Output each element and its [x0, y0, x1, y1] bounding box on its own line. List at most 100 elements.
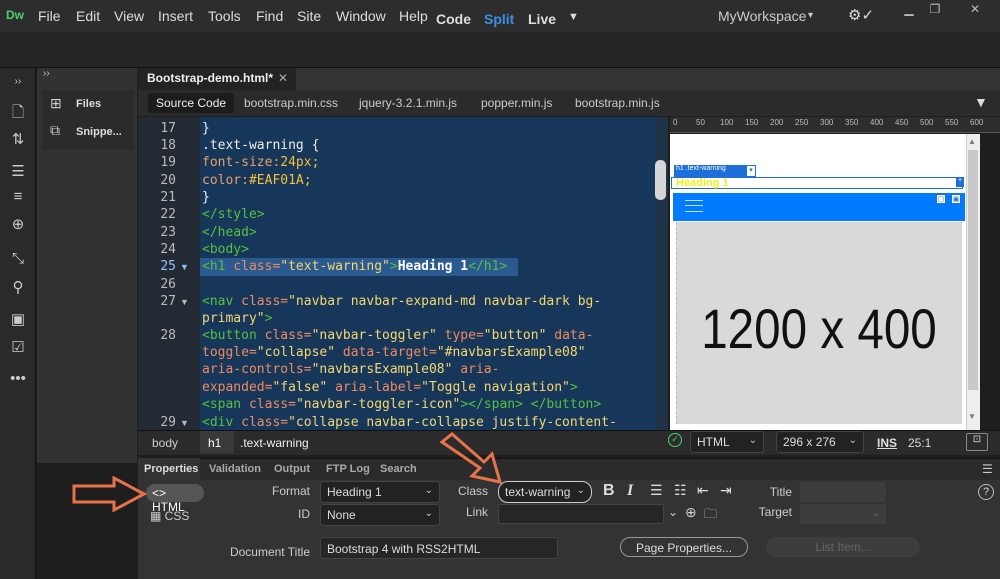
breadcrumb-h1[interactable]: h1 [200, 431, 234, 453]
fold-arrow-icon[interactable]: ▼ [180, 418, 189, 428]
tab-output[interactable]: Output [274, 463, 310, 475]
split-view-button[interactable]: Split [484, 11, 514, 27]
indent-icon[interactable]: ⇥ [720, 482, 732, 499]
related-file-source-code[interactable]: Source Code [148, 93, 235, 113]
chevron-down-icon: ⌄ [576, 485, 585, 496]
line-number: 28 [160, 328, 176, 343]
more-tools-icon[interactable]: ••• [8, 370, 28, 390]
snippets-icon[interactable]: ⧉ [50, 122, 60, 139]
breadcrumb-body[interactable]: body [152, 436, 178, 450]
id-select[interactable]: None ⌄ [320, 504, 440, 526]
expand-toolbar-icon[interactable]: ›› [8, 76, 28, 96]
unordered-list-icon[interactable]: ☰ [650, 482, 663, 499]
code-attr: aria-label= [327, 380, 422, 395]
files-icon[interactable]: ⊞ [50, 95, 62, 112]
tab-validation[interactable]: Validation [209, 463, 261, 475]
collapse-panels-icon[interactable]: ›› [43, 68, 50, 79]
menu-help[interactable]: Help [399, 8, 428, 24]
tab-ftp-log[interactable]: FTP Log [326, 463, 370, 475]
expand-tag-icon[interactable]: ⤡ [8, 250, 28, 270]
format-source-icon[interactable]: ≡ [8, 188, 28, 208]
html-mode-button[interactable]: <> HTML [146, 484, 204, 514]
link-input[interactable] [498, 504, 664, 524]
css-mode-button[interactable]: ▦ CSS [150, 509, 189, 523]
list-item-button[interactable]: List Item... [766, 537, 920, 557]
navbar-toggler-icon[interactable] [685, 200, 703, 212]
hud-menu-icon[interactable]: ▣ [951, 194, 961, 204]
chevron-down-icon[interactable]: ⌄ [668, 505, 678, 519]
live-navbar[interactable] [673, 193, 965, 221]
code-attr: expanded= [202, 380, 273, 395]
menu-site[interactable]: Site [297, 8, 321, 24]
related-file-bootstrap-js[interactable]: bootstrap.min.js [575, 96, 660, 110]
panel-menu-icon[interactable]: ☰ [982, 462, 993, 476]
chevron-down-icon[interactable]: ▾ [808, 10, 813, 21]
fold-arrow-icon[interactable]: ▼ [180, 297, 189, 307]
related-file-bootstrap-css[interactable]: bootstrap.min.css [244, 96, 338, 110]
live-heading[interactable]: Heading 1 [676, 177, 729, 189]
bold-button[interactable]: B [603, 482, 615, 500]
breadcrumb-class[interactable]: .text-warning [240, 436, 309, 450]
menu-insert[interactable]: Insert [158, 8, 193, 24]
check-icon[interactable]: ✓ [668, 433, 682, 447]
live-view-button[interactable]: Live [528, 11, 556, 27]
code-scrollbar-thumb[interactable] [655, 160, 666, 200]
menu-window[interactable]: Window [336, 8, 386, 24]
italic-button[interactable]: I [627, 482, 633, 500]
file-management-icon[interactable]: ⇅ [8, 130, 28, 150]
workspace-switcher[interactable]: MyWorkspace [718, 8, 806, 24]
page-properties-button[interactable]: Page Properties... [620, 537, 748, 557]
tab-search[interactable]: Search [380, 463, 417, 475]
window-size-select[interactable]: 296 x 276 ⌄ [776, 431, 864, 453]
minimize-icon[interactable]: ▁ [898, 2, 920, 18]
wrap-tag-icon[interactable]: ⚲ [8, 278, 28, 298]
restore-icon[interactable]: ❐ [924, 2, 946, 18]
insert-mode[interactable]: INS [877, 436, 897, 450]
live-code-icon[interactable]: ⊕ [8, 215, 28, 235]
view-options-caret-icon[interactable]: ▼ [568, 11, 579, 23]
hud-plus-icon[interactable]: + [956, 177, 964, 187]
doc-type-select[interactable]: HTML ⌄ [690, 431, 764, 453]
close-icon[interactable]: ✕ [278, 71, 288, 85]
format-select[interactable]: Heading 1 ⌄ [320, 481, 440, 503]
fold-arrow-icon[interactable]: ▼ [180, 262, 189, 272]
device-preview-icon[interactable]: ⊡ [966, 433, 988, 451]
open-documents-icon[interactable]: 🗋 [8, 102, 28, 122]
scroll-up-icon[interactable]: ▲ [968, 137, 976, 146]
document-title-input[interactable]: Bootstrap 4 with RSS2HTML [320, 537, 558, 559]
code-line-22: </style> [202, 207, 265, 222]
menu-file[interactable]: File [38, 8, 61, 24]
element-hud-caret-icon[interactable]: ▾ [746, 165, 756, 177]
title-input[interactable] [800, 482, 886, 502]
class-select[interactable]: text-warning ⌄ [498, 481, 592, 503]
outdent-icon[interactable]: ⇤ [697, 482, 709, 499]
code-line-17: } [202, 121, 210, 136]
validate-icon[interactable]: ☑ [8, 338, 28, 358]
code-navigator-icon[interactable]: ☰ [8, 162, 28, 182]
menu-edit[interactable]: Edit [76, 8, 100, 24]
point-to-file-icon[interactable]: ⊕ [685, 504, 697, 521]
files-panel-label[interactable]: Files [76, 98, 101, 110]
element-hud-tag[interactable]: h1 .text-warning [674, 165, 746, 177]
document-tab-label[interactable]: Bootstrap-demo.html* [147, 71, 273, 85]
ordered-list-icon[interactable]: ☷ [674, 482, 687, 499]
code-line-28: <button class="navbar-toggler" type="but… [202, 328, 593, 343]
window-size-value: 296 x 276 [783, 435, 836, 449]
snippets-panel-label[interactable]: Snippe... [76, 126, 122, 138]
live-view-scrollbar-thumb[interactable] [968, 150, 978, 390]
hud-copy-icon[interactable]: ▢ [936, 194, 946, 204]
related-file-jquery[interactable]: jquery-3.2.1.min.js [359, 96, 457, 110]
menu-tools[interactable]: Tools [208, 8, 241, 24]
target-select[interactable]: ⌄ [800, 504, 886, 524]
help-icon[interactable]: ? [978, 484, 994, 500]
filter-icon[interactable]: ▼ [974, 94, 988, 110]
browse-folder-icon[interactable]: 🗀 [704, 505, 717, 527]
code-view-button[interactable]: Code [436, 11, 471, 27]
close-window-icon[interactable]: ✕ [960, 2, 990, 18]
related-file-popper[interactable]: popper.min.js [481, 96, 552, 110]
scroll-down-icon[interactable]: ▼ [968, 412, 976, 421]
menu-find[interactable]: Find [256, 8, 283, 24]
menu-view[interactable]: View [114, 8, 144, 24]
gear-icon[interactable]: ⚙✓ [848, 6, 874, 24]
comment-icon[interactable]: ▣ [8, 310, 28, 330]
